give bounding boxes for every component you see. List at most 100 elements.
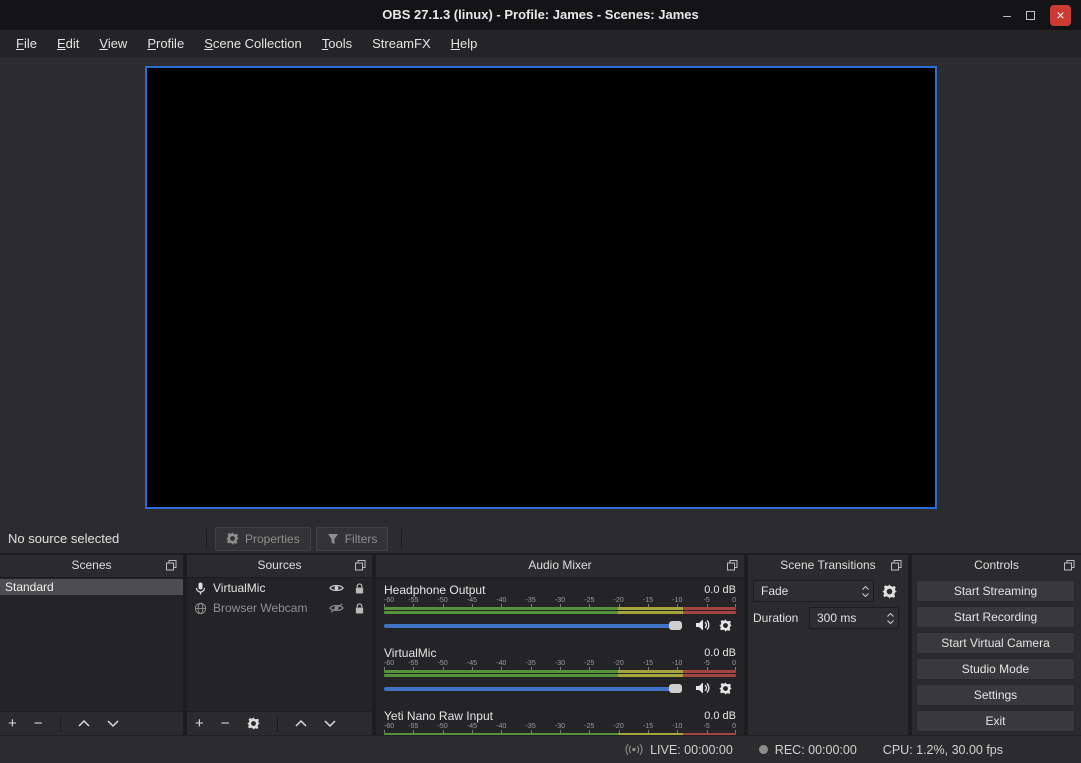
- window-controls: – ×: [1003, 0, 1071, 30]
- volume-scale: -60-55-50-45-40-35-30-25-20-15-10-50: [384, 660, 736, 670]
- preview-area: [0, 58, 1081, 524]
- menu-view[interactable]: View: [89, 30, 137, 58]
- scene-item[interactable]: Standard: [0, 579, 183, 595]
- live-time: LIVE: 00:00:00: [650, 743, 733, 757]
- source-name: Browser Webcam: [213, 601, 307, 615]
- dock-float-icon[interactable]: [727, 560, 738, 571]
- toolbar-separator: [401, 529, 402, 549]
- scenes-toolbar: + −: [0, 711, 183, 735]
- source-item[interactable]: VirtualMic: [187, 578, 372, 598]
- scene-transitions-dock-title: Scene Transitions: [780, 558, 875, 572]
- lock-icon[interactable]: [354, 582, 365, 595]
- controls-dock-title: Controls: [974, 558, 1019, 572]
- add-scene-button[interactable]: +: [8, 716, 17, 731]
- rec-time: REC: 00:00:00: [775, 743, 857, 757]
- exit-button[interactable]: Exit: [916, 710, 1075, 732]
- dock-float-icon[interactable]: [355, 560, 366, 571]
- dock-area: Scenes Standard + − Sources: [0, 553, 1081, 735]
- speaker-icon[interactable]: [692, 618, 714, 632]
- remove-scene-button[interactable]: −: [34, 716, 43, 731]
- source-item[interactable]: Browser Webcam: [187, 598, 372, 618]
- scene-transitions-dock-header: Scene Transitions: [748, 555, 908, 577]
- controls-dock: Controls Start Streaming Start Recording…: [912, 555, 1081, 735]
- cpu-fps-stats: CPU: 1.2%, 30.00 fps: [883, 743, 1003, 757]
- filter-icon: [327, 533, 339, 545]
- preview-canvas[interactable]: [145, 66, 937, 509]
- menu-streamfx[interactable]: StreamFX: [362, 30, 441, 58]
- properties-label: Properties: [245, 532, 300, 546]
- close-button[interactable]: ×: [1050, 5, 1071, 26]
- audio-mixer-dock-header: Audio Mixer: [376, 555, 744, 577]
- sources-list: VirtualMic Browser Webcam: [187, 577, 372, 711]
- menu-file[interactable]: File: [6, 30, 47, 58]
- menubar: File Edit View Profile Scene Collection …: [0, 30, 1081, 58]
- controls-dock-header: Controls: [912, 555, 1081, 577]
- visibility-icon[interactable]: [329, 583, 344, 593]
- dock-float-icon[interactable]: [1064, 560, 1075, 571]
- sources-dock-title: Sources: [257, 558, 301, 572]
- studio-mode-button[interactable]: Studio Mode: [916, 658, 1075, 680]
- menu-scene-collection[interactable]: Scene Collection: [194, 30, 312, 58]
- microphone-icon: [193, 582, 207, 595]
- filters-button[interactable]: Filters: [316, 527, 389, 551]
- source-row-icons: [329, 582, 372, 595]
- audio-mixer-dock: Audio Mixer Headphone Output 0.0 dB -60-…: [376, 555, 744, 735]
- speaker-icon[interactable]: [692, 681, 714, 695]
- dock-float-icon[interactable]: [166, 560, 177, 571]
- source-down-button[interactable]: [324, 720, 336, 727]
- mixer-channel: Yeti Nano Raw Input 0.0 dB -60-55-50-45-…: [384, 708, 736, 735]
- remove-source-button[interactable]: −: [221, 716, 230, 731]
- add-source-button[interactable]: +: [195, 716, 204, 731]
- scenes-dock-title: Scenes: [71, 558, 111, 572]
- volume-scale: -60-55-50-45-40-35-30-25-20-15-10-50: [384, 597, 736, 607]
- menu-edit[interactable]: Edit: [47, 30, 89, 58]
- mixer-channel: Headphone Output 0.0 dB -60-55-50-45-40-…: [384, 582, 736, 633]
- volume-slider[interactable]: [384, 682, 682, 695]
- filters-label: Filters: [345, 532, 378, 546]
- scene-down-button[interactable]: [107, 720, 119, 727]
- channel-settings-icon[interactable]: [714, 682, 736, 695]
- audio-mixer-body: Headphone Output 0.0 dB -60-55-50-45-40-…: [376, 577, 744, 735]
- sources-dock: Sources VirtualMic: [187, 555, 372, 735]
- visibility-off-icon[interactable]: [329, 603, 344, 613]
- scenes-dock-header: Scenes: [0, 555, 183, 577]
- settings-button[interactable]: Settings: [916, 684, 1075, 706]
- sources-toolbar: + −: [187, 711, 372, 735]
- menu-tools[interactable]: Tools: [312, 30, 362, 58]
- slider-handle[interactable]: [669, 621, 682, 630]
- start-streaming-button[interactable]: Start Streaming: [916, 580, 1075, 602]
- transition-settings-button[interactable]: [879, 584, 899, 599]
- source-properties-button[interactable]: [247, 717, 260, 730]
- channel-settings-icon[interactable]: [714, 619, 736, 632]
- toolbar-separator: [206, 529, 207, 549]
- source-up-button[interactable]: [295, 720, 307, 727]
- transition-value: Fade: [761, 584, 788, 598]
- sources-dock-header: Sources: [187, 555, 372, 577]
- record-icon: [759, 745, 768, 754]
- combo-arrows-icon: [862, 586, 869, 597]
- start-virtual-camera-button[interactable]: Start Virtual Camera: [916, 632, 1075, 654]
- scenes-dock: Scenes Standard + −: [0, 555, 183, 735]
- minimize-button[interactable]: –: [1003, 10, 1011, 20]
- start-recording-button[interactable]: Start Recording: [916, 606, 1075, 628]
- volume-level: 0.0 dB: [704, 647, 736, 659]
- dock-float-icon[interactable]: [891, 560, 902, 571]
- titlebar: OBS 27.1.3 (linux) - Profile: James - Sc…: [0, 0, 1081, 30]
- menu-help[interactable]: Help: [441, 30, 488, 58]
- transition-select[interactable]: Fade: [753, 580, 874, 602]
- duration-label: Duration: [753, 611, 809, 625]
- properties-button[interactable]: Properties: [215, 527, 311, 551]
- broadcast-icon: [625, 743, 643, 756]
- duration-spinbox[interactable]: 300 ms: [809, 607, 899, 629]
- scene-up-button[interactable]: [78, 720, 90, 727]
- rec-status: REC: 00:00:00: [759, 743, 857, 757]
- volume-meter: [384, 607, 736, 615]
- volume-slider[interactable]: [384, 619, 682, 632]
- spinbox-arrows-icon[interactable]: [887, 613, 894, 624]
- maximize-button[interactable]: [1026, 11, 1035, 20]
- menu-profile[interactable]: Profile: [137, 30, 194, 58]
- slider-handle[interactable]: [669, 684, 682, 693]
- source-toolbar: No source selected Properties Filters: [0, 524, 1081, 553]
- channel-name: VirtualMic: [384, 646, 436, 660]
- lock-icon[interactable]: [354, 602, 365, 615]
